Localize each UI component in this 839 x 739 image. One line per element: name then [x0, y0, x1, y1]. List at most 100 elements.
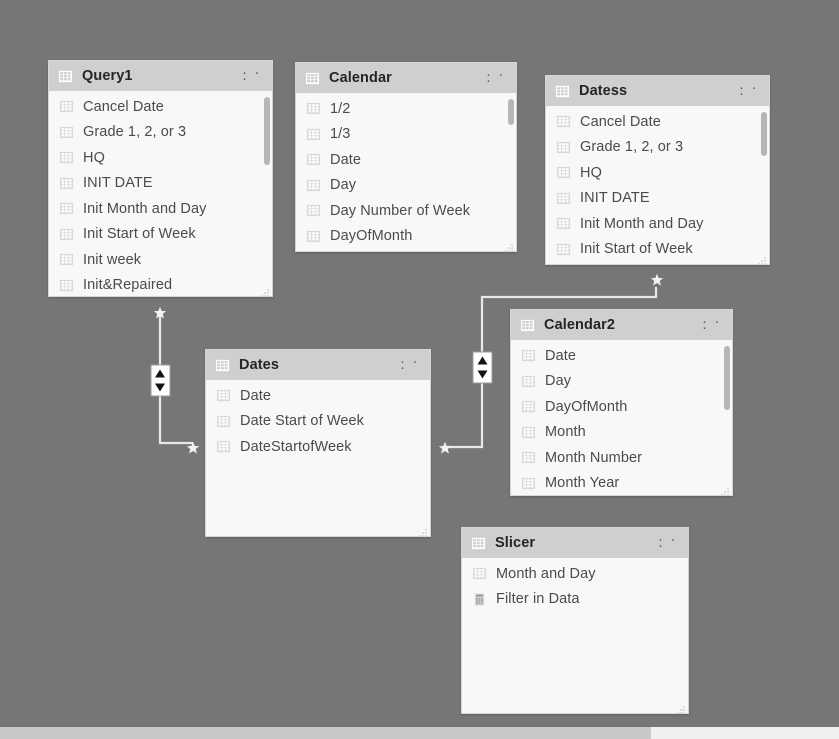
horizontal-scrollbar-track[interactable] [0, 727, 839, 739]
column-icon [59, 252, 74, 267]
column-icon [306, 203, 321, 218]
field-label: Grade 1, 2, or 3 [580, 139, 684, 156]
table-header-datess[interactable]: Datess · · · [546, 76, 769, 106]
field-row[interactable]: Day [511, 369, 732, 395]
horizontal-scrollbar-thumb[interactable] [0, 727, 651, 739]
field-label: Date [240, 387, 272, 404]
field-row[interactable]: HQ [546, 160, 769, 186]
field-label: HQ [83, 149, 105, 166]
field-row[interactable]: INIT DATE [546, 186, 769, 212]
table-more-options-button[interactable]: · · · [242, 65, 264, 86]
field-row[interactable]: Grade 1, 2, or 3 [49, 120, 272, 146]
table-card-dates[interactable]: Dates · · · Date Date Start of Week DateStar… [205, 349, 431, 537]
table-title: Calendar [329, 70, 392, 86]
table-more-options-button[interactable]: · · · [702, 314, 724, 335]
table-icon [58, 69, 73, 84]
column-icon [521, 450, 536, 465]
table-title: Calendar2 [544, 317, 616, 333]
field-row[interactable]: Date [511, 343, 732, 369]
field-row[interactable]: Day [296, 173, 516, 199]
field-row[interactable]: Filter in Data [462, 587, 688, 613]
field-row[interactable]: Cancel Date [546, 109, 769, 135]
field-row[interactable]: Date [206, 383, 430, 409]
field-row[interactable]: Date Start of Week [206, 409, 430, 435]
table-card-calendar2[interactable]: Calendar2 · · · Date Day DayOfMonth Month Mont… [510, 309, 733, 496]
resize-grip[interactable] [505, 240, 514, 251]
field-row[interactable]: Month Number [511, 445, 732, 471]
table-title: Dates [239, 357, 279, 373]
table-header-calendar2[interactable]: Calendar2 · · · [511, 310, 732, 340]
table-vertical-scrollbar[interactable] [761, 112, 767, 156]
measure-icon [472, 592, 487, 607]
field-label: DayOfMonth [545, 398, 628, 415]
field-row[interactable]: DateStartofWeek [206, 434, 430, 460]
field-row[interactable]: Init Start of Week [49, 222, 272, 248]
field-row[interactable]: HQ [49, 145, 272, 171]
cardinality-many-start [650, 273, 664, 286]
column-icon [306, 152, 321, 167]
field-row[interactable]: Init Month and Day [546, 211, 769, 237]
model-diagram-canvas[interactable]: Query1 · · · Cancel Date Grade 1, 2, or 3 HQ… [0, 0, 839, 727]
column-icon [59, 201, 74, 216]
field-row[interactable]: Month [511, 420, 732, 446]
table-icon [471, 536, 486, 551]
resize-grip[interactable] [677, 702, 686, 713]
column-icon [59, 278, 74, 293]
table-vertical-scrollbar[interactable] [264, 97, 270, 165]
field-row[interactable]: Init week [49, 247, 272, 273]
table-card-datess[interactable]: Datess · · · Cancel Date Grade 1, 2, or 3 HQ… [545, 75, 770, 265]
table-title: Slicer [495, 535, 536, 551]
table-more-options-button[interactable]: · · · [658, 532, 680, 553]
field-row[interactable]: 1/3 [296, 122, 516, 148]
field-row[interactable]: Cancel Date [49, 94, 272, 120]
resize-grip[interactable] [721, 484, 730, 495]
field-label: Init Start of Week [580, 241, 693, 258]
field-row[interactable]: Init Start of Week [546, 237, 769, 263]
table-more-options-button[interactable]: · · · [400, 354, 422, 375]
table-card-calendar[interactable]: Calendar · · · 1/2 1/3 Date Day Day Number of … [295, 62, 517, 252]
table-header-slicer[interactable]: Slicer · · · [462, 528, 688, 558]
field-label: Cancel Date [83, 98, 164, 115]
field-row[interactable]: DayOfMonth [296, 224, 516, 250]
field-row[interactable]: Grade 1, 2, or 3 [546, 135, 769, 161]
table-card-query1[interactable]: Query1 · · · Cancel Date Grade 1, 2, or 3 HQ… [48, 60, 273, 297]
column-icon [216, 388, 231, 403]
field-row[interactable]: Init&Repaired [49, 273, 272, 297]
field-label: Month [545, 424, 586, 441]
table-more-options-button[interactable]: · · · [739, 80, 761, 101]
column-icon [59, 227, 74, 242]
table-more-options-button[interactable]: · · · [486, 67, 508, 88]
column-icon [306, 127, 321, 142]
table-header-query1[interactable]: Query1 · · · [49, 61, 272, 91]
column-icon [216, 414, 231, 429]
table-vertical-scrollbar[interactable] [508, 99, 514, 125]
column-icon [556, 242, 571, 257]
table-icon [215, 358, 230, 373]
field-label: Date [545, 347, 577, 364]
resize-grip[interactable] [261, 285, 270, 296]
field-row[interactable]: INIT DATE [49, 171, 272, 197]
resize-grip[interactable] [758, 253, 767, 264]
field-label: Init Start of Week [83, 226, 196, 243]
column-icon [521, 399, 536, 414]
table-header-calendar[interactable]: Calendar · · · [296, 63, 516, 93]
column-icon [556, 191, 571, 206]
column-icon [521, 476, 536, 491]
field-row[interactable]: Month and Day [462, 561, 688, 587]
table-title: Query1 [82, 68, 133, 84]
column-icon [306, 101, 321, 116]
field-row[interactable]: Day Number of Week [296, 198, 516, 224]
table-header-dates[interactable]: Dates · · · [206, 350, 430, 380]
field-row[interactable]: Date [296, 147, 516, 173]
field-row[interactable]: Month Year [511, 471, 732, 496]
field-label: Date [330, 151, 362, 168]
column-icon [521, 425, 536, 440]
resize-grip[interactable] [419, 525, 428, 536]
field-list: Date Day DayOfMonth Month Month Number Month … [511, 340, 732, 496]
table-vertical-scrollbar[interactable] [724, 346, 730, 410]
field-row[interactable]: DayOfMonth [511, 394, 732, 420]
table-card-slicer[interactable]: Slicer · · · Month and Day Filter in Data [461, 527, 689, 714]
field-row[interactable]: Init Month and Day [49, 196, 272, 222]
field-row[interactable]: 1/2 [296, 96, 516, 122]
relationship-query1-dates[interactable] [150, 306, 200, 454]
